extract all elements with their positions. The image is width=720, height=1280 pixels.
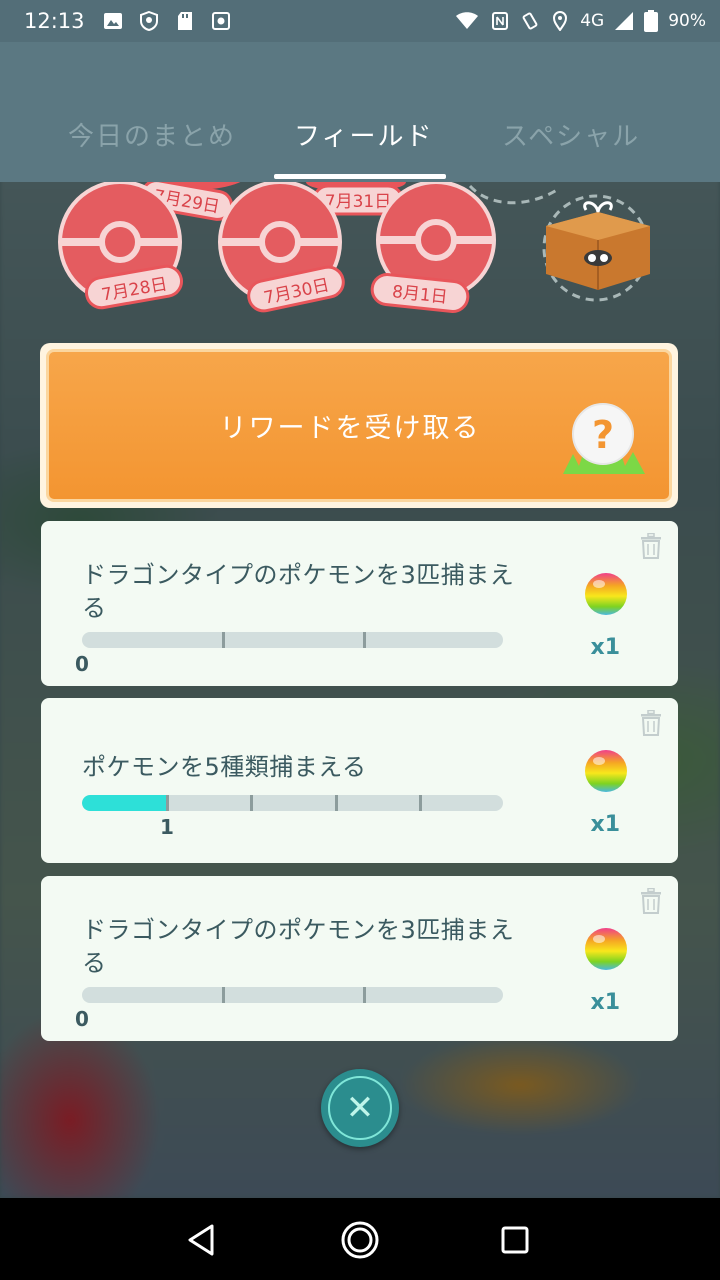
battery-level: 90%	[668, 11, 706, 31]
stamp-0728: 7月28日	[58, 182, 183, 310]
task-progress-bar	[82, 795, 503, 811]
berry-icon	[585, 573, 627, 615]
tab-special[interactable]: スペシャル	[502, 116, 640, 153]
progress-value: 1	[160, 815, 174, 839]
status-time: 12:13	[24, 9, 85, 33]
task-title: ドラゴンタイプのポケモンを3匹捕まえる	[82, 561, 515, 622]
back-icon[interactable]	[182, 1220, 222, 1260]
stamp-card-graphic: 7月29日 7月31日 7月28日 7月30日 8月1日	[58, 182, 650, 313]
task-card: ドラゴンタイプのポケモンを3匹捕まえる 0 x1	[41, 521, 678, 686]
mystery-reward-icon: ?	[563, 403, 645, 474]
progress-divider	[250, 795, 254, 811]
wifi-icon	[456, 12, 479, 29]
mystery-box-icon	[546, 201, 650, 290]
progress-divider	[362, 987, 366, 1003]
stamp-label: 7月31日	[325, 192, 391, 212]
tab-bar: 今日のまとめ フィールド スペシャル	[0, 116, 720, 156]
berry-icon	[585, 750, 627, 792]
tab-field[interactable]: フィールド	[294, 116, 433, 153]
progress-divider	[222, 987, 226, 1003]
settings-icon	[211, 12, 230, 30]
battery-icon	[644, 10, 659, 32]
tab-today-summary[interactable]: 今日のまとめ	[68, 116, 236, 153]
status-bar: 12:13 4G 90%	[0, 0, 720, 42]
home-icon[interactable]	[340, 1220, 380, 1260]
berry-icon	[585, 928, 627, 970]
trash-icon[interactable]	[640, 710, 662, 736]
nfc-icon	[492, 12, 509, 30]
task-card: ポケモンを5種類捕まえる 1 x1	[41, 698, 678, 863]
progress-value: 0	[75, 1007, 89, 1031]
progress-fill	[82, 795, 167, 811]
task-progress-bar	[82, 987, 503, 1003]
header: 今日のまとめ フィールド スペシャル	[0, 42, 720, 182]
reward-quantity: x1	[590, 812, 621, 837]
progress-divider	[222, 632, 226, 648]
claim-reward-inner: リワードを受け取る ?	[46, 349, 672, 502]
reward-quantity: x1	[590, 990, 621, 1015]
shield-icon	[139, 11, 158, 31]
progress-divider	[362, 632, 366, 648]
dashed-path	[468, 184, 561, 205]
task-title: ポケモンを5種類捕まえる	[82, 753, 367, 781]
recents-icon[interactable]	[495, 1220, 535, 1260]
task-title: ドラゴンタイプのポケモンを3匹捕まえる	[82, 916, 515, 977]
sd-card-icon	[177, 12, 192, 30]
network-type: 4G	[580, 11, 605, 31]
progress-divider	[166, 795, 170, 811]
signal-icon	[615, 12, 634, 30]
system-nav-bar	[0, 1198, 720, 1280]
progress-value: 0	[75, 652, 89, 676]
image-icon	[103, 13, 122, 29]
vibrate-icon	[522, 12, 538, 30]
active-tab-indicator	[274, 174, 446, 179]
trash-icon[interactable]	[640, 888, 662, 914]
close-button[interactable]: ✕	[321, 1069, 399, 1147]
progress-divider	[418, 795, 422, 811]
close-icon: ✕	[328, 1076, 392, 1140]
task-progress-bar	[82, 632, 503, 648]
task-card: ドラゴンタイプのポケモンを3匹捕まえる 0 x1	[41, 876, 678, 1041]
reward-quantity: x1	[590, 635, 621, 660]
claim-reward-button[interactable]: リワードを受け取る ?	[40, 343, 678, 508]
stamp-card: 7月29日 7月31日 7月28日 7月30日 8月1日	[0, 182, 720, 332]
trash-icon[interactable]	[640, 533, 662, 559]
svg-text:?: ?	[592, 413, 614, 457]
location-icon	[553, 11, 568, 31]
progress-divider	[334, 795, 338, 811]
